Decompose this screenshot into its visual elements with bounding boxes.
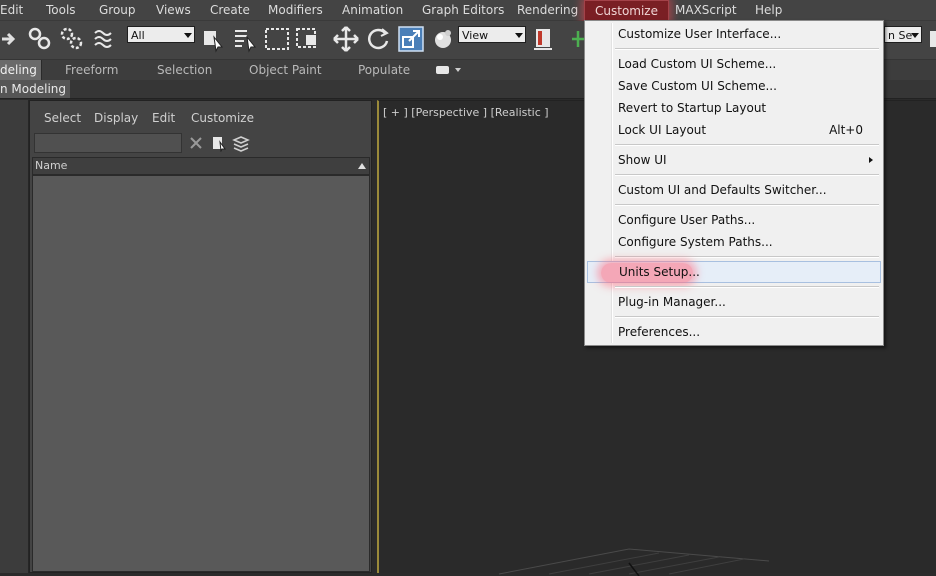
select-and-rotate-icon[interactable]	[364, 25, 392, 53]
chevron-down-icon	[911, 33, 919, 38]
submenu-arrow-icon	[869, 157, 873, 163]
panel-polygon-modeling[interactable]: n Modeling	[0, 80, 71, 98]
menu-rendering[interactable]: Rendering	[517, 0, 578, 20]
menu-separator	[615, 174, 879, 176]
menu-separator	[615, 204, 879, 206]
command-strip	[0, 100, 29, 573]
select-and-scale-icon[interactable]	[397, 25, 425, 53]
sort-ascending-icon	[358, 163, 366, 169]
reference-coordinate-dropdown[interactable]: View	[458, 26, 526, 43]
select-and-link-icon[interactable]	[26, 25, 54, 53]
menu-item-lock-ui-layout[interactable]: Lock UI Layout Alt+0	[587, 119, 881, 141]
selection-filter-value: All	[131, 29, 145, 42]
chevron-down-icon	[184, 33, 192, 38]
explorer-menu-customize[interactable]: Customize	[191, 111, 254, 125]
selection-filter-dropdown[interactable]: All	[127, 26, 195, 43]
viewport-grid	[498, 548, 769, 576]
name-column-header[interactable]: Name	[32, 157, 370, 175]
menu-item-revert-to-startup-layout[interactable]: Revert to Startup Layout	[587, 97, 881, 119]
scene-object-list[interactable]	[32, 175, 370, 572]
menu-item-configure-system-paths[interactable]: Configure System Paths...	[587, 231, 881, 253]
ribbon-options-icon[interactable]	[436, 65, 462, 75]
menu-item-load-custom-ui-scheme[interactable]: Load Custom UI Scheme...	[587, 53, 881, 75]
menu-item-configure-user-paths[interactable]: Configure User Paths...	[587, 209, 881, 231]
tab-object-paint[interactable]: Object Paint	[249, 60, 322, 80]
explorer-search-input[interactable]	[34, 133, 182, 153]
menu-animation[interactable]: Animation	[342, 0, 403, 20]
name-column-label: Name	[35, 159, 68, 172]
select-and-place-icon[interactable]	[429, 25, 457, 53]
select-by-name-icon[interactable]	[232, 25, 260, 53]
reference-coordinate-value: View	[462, 29, 489, 42]
layer-explorer-icon[interactable]	[232, 134, 250, 152]
tab-selection[interactable]: Selection	[157, 60, 212, 80]
explorer-menu-edit[interactable]: Edit	[152, 111, 175, 125]
menu-item-preferences[interactable]: Preferences...	[587, 321, 881, 343]
menu-item-show-ui[interactable]: Show UI	[587, 149, 881, 171]
menu-create[interactable]: Create	[210, 0, 250, 20]
tab-modeling[interactable]: deling	[0, 60, 42, 80]
menu-separator	[615, 256, 879, 258]
menu-maxscript[interactable]: MAXScript	[675, 0, 737, 20]
menu-views[interactable]: Views	[156, 0, 191, 20]
menu-customize[interactable]: Customize	[584, 0, 669, 22]
menu-help[interactable]: Help	[755, 0, 782, 20]
menu-graph-editors[interactable]: Graph Editors	[422, 0, 504, 20]
menu-tools[interactable]: Tools	[46, 0, 76, 20]
tab-freeform[interactable]: Freeform	[65, 60, 118, 80]
menu-item-customize-user-interface[interactable]: Customize User Interface...	[587, 23, 881, 45]
menu-modifiers[interactable]: Modifiers	[268, 0, 323, 20]
mirror-icon[interactable]	[926, 25, 936, 53]
menu-separator	[615, 316, 879, 318]
customize-menu: Customize User Interface... Load Custom …	[584, 20, 884, 346]
bind-to-space-warp-icon[interactable]	[90, 25, 118, 53]
unlink-selection-icon[interactable]	[58, 25, 86, 53]
menu-item-units-setup[interactable]: Units Setup...	[587, 261, 881, 283]
select-and-move-icon[interactable]	[332, 25, 360, 53]
explorer-menu-select[interactable]: Select	[44, 111, 81, 125]
menu-separator	[615, 48, 879, 50]
menu-item-save-custom-ui-scheme[interactable]: Save Custom UI Scheme...	[587, 75, 881, 97]
menu-item-custom-ui-defaults-switcher[interactable]: Custom UI and Defaults Switcher...	[587, 179, 881, 201]
named-selection-dropdown[interactable]: n Se	[884, 26, 922, 43]
tab-populate[interactable]: Populate	[358, 60, 410, 80]
menu-separator	[615, 144, 879, 146]
rectangular-selection-icon[interactable]	[263, 25, 291, 53]
menu-bar: Edit Tools Group Views Create Modifiers …	[0, 0, 936, 22]
select-children-icon[interactable]	[210, 134, 228, 152]
scene-explorer: Select Display Edit Customize Name	[29, 100, 372, 573]
menu-group[interactable]: Group	[99, 0, 136, 20]
arrow-right-icon[interactable]	[0, 25, 28, 53]
menu-separator	[615, 286, 879, 288]
viewport-label[interactable]: [ + ] [Perspective ] [Realistic ]	[383, 106, 549, 119]
explorer-menu-display[interactable]: Display	[94, 111, 138, 125]
lock-ui-shortcut: Alt+0	[829, 123, 863, 137]
named-selection-value: n Se	[888, 29, 913, 42]
pivot-center-icon[interactable]	[530, 25, 558, 53]
window-crossing-icon[interactable]	[294, 25, 322, 53]
clear-search-icon[interactable]	[189, 136, 203, 150]
chevron-down-icon	[515, 33, 523, 38]
select-object-icon[interactable]	[200, 25, 228, 53]
menu-item-plugin-manager[interactable]: Plug-in Manager...	[587, 291, 881, 313]
menu-edit[interactable]: Edit	[0, 0, 23, 20]
